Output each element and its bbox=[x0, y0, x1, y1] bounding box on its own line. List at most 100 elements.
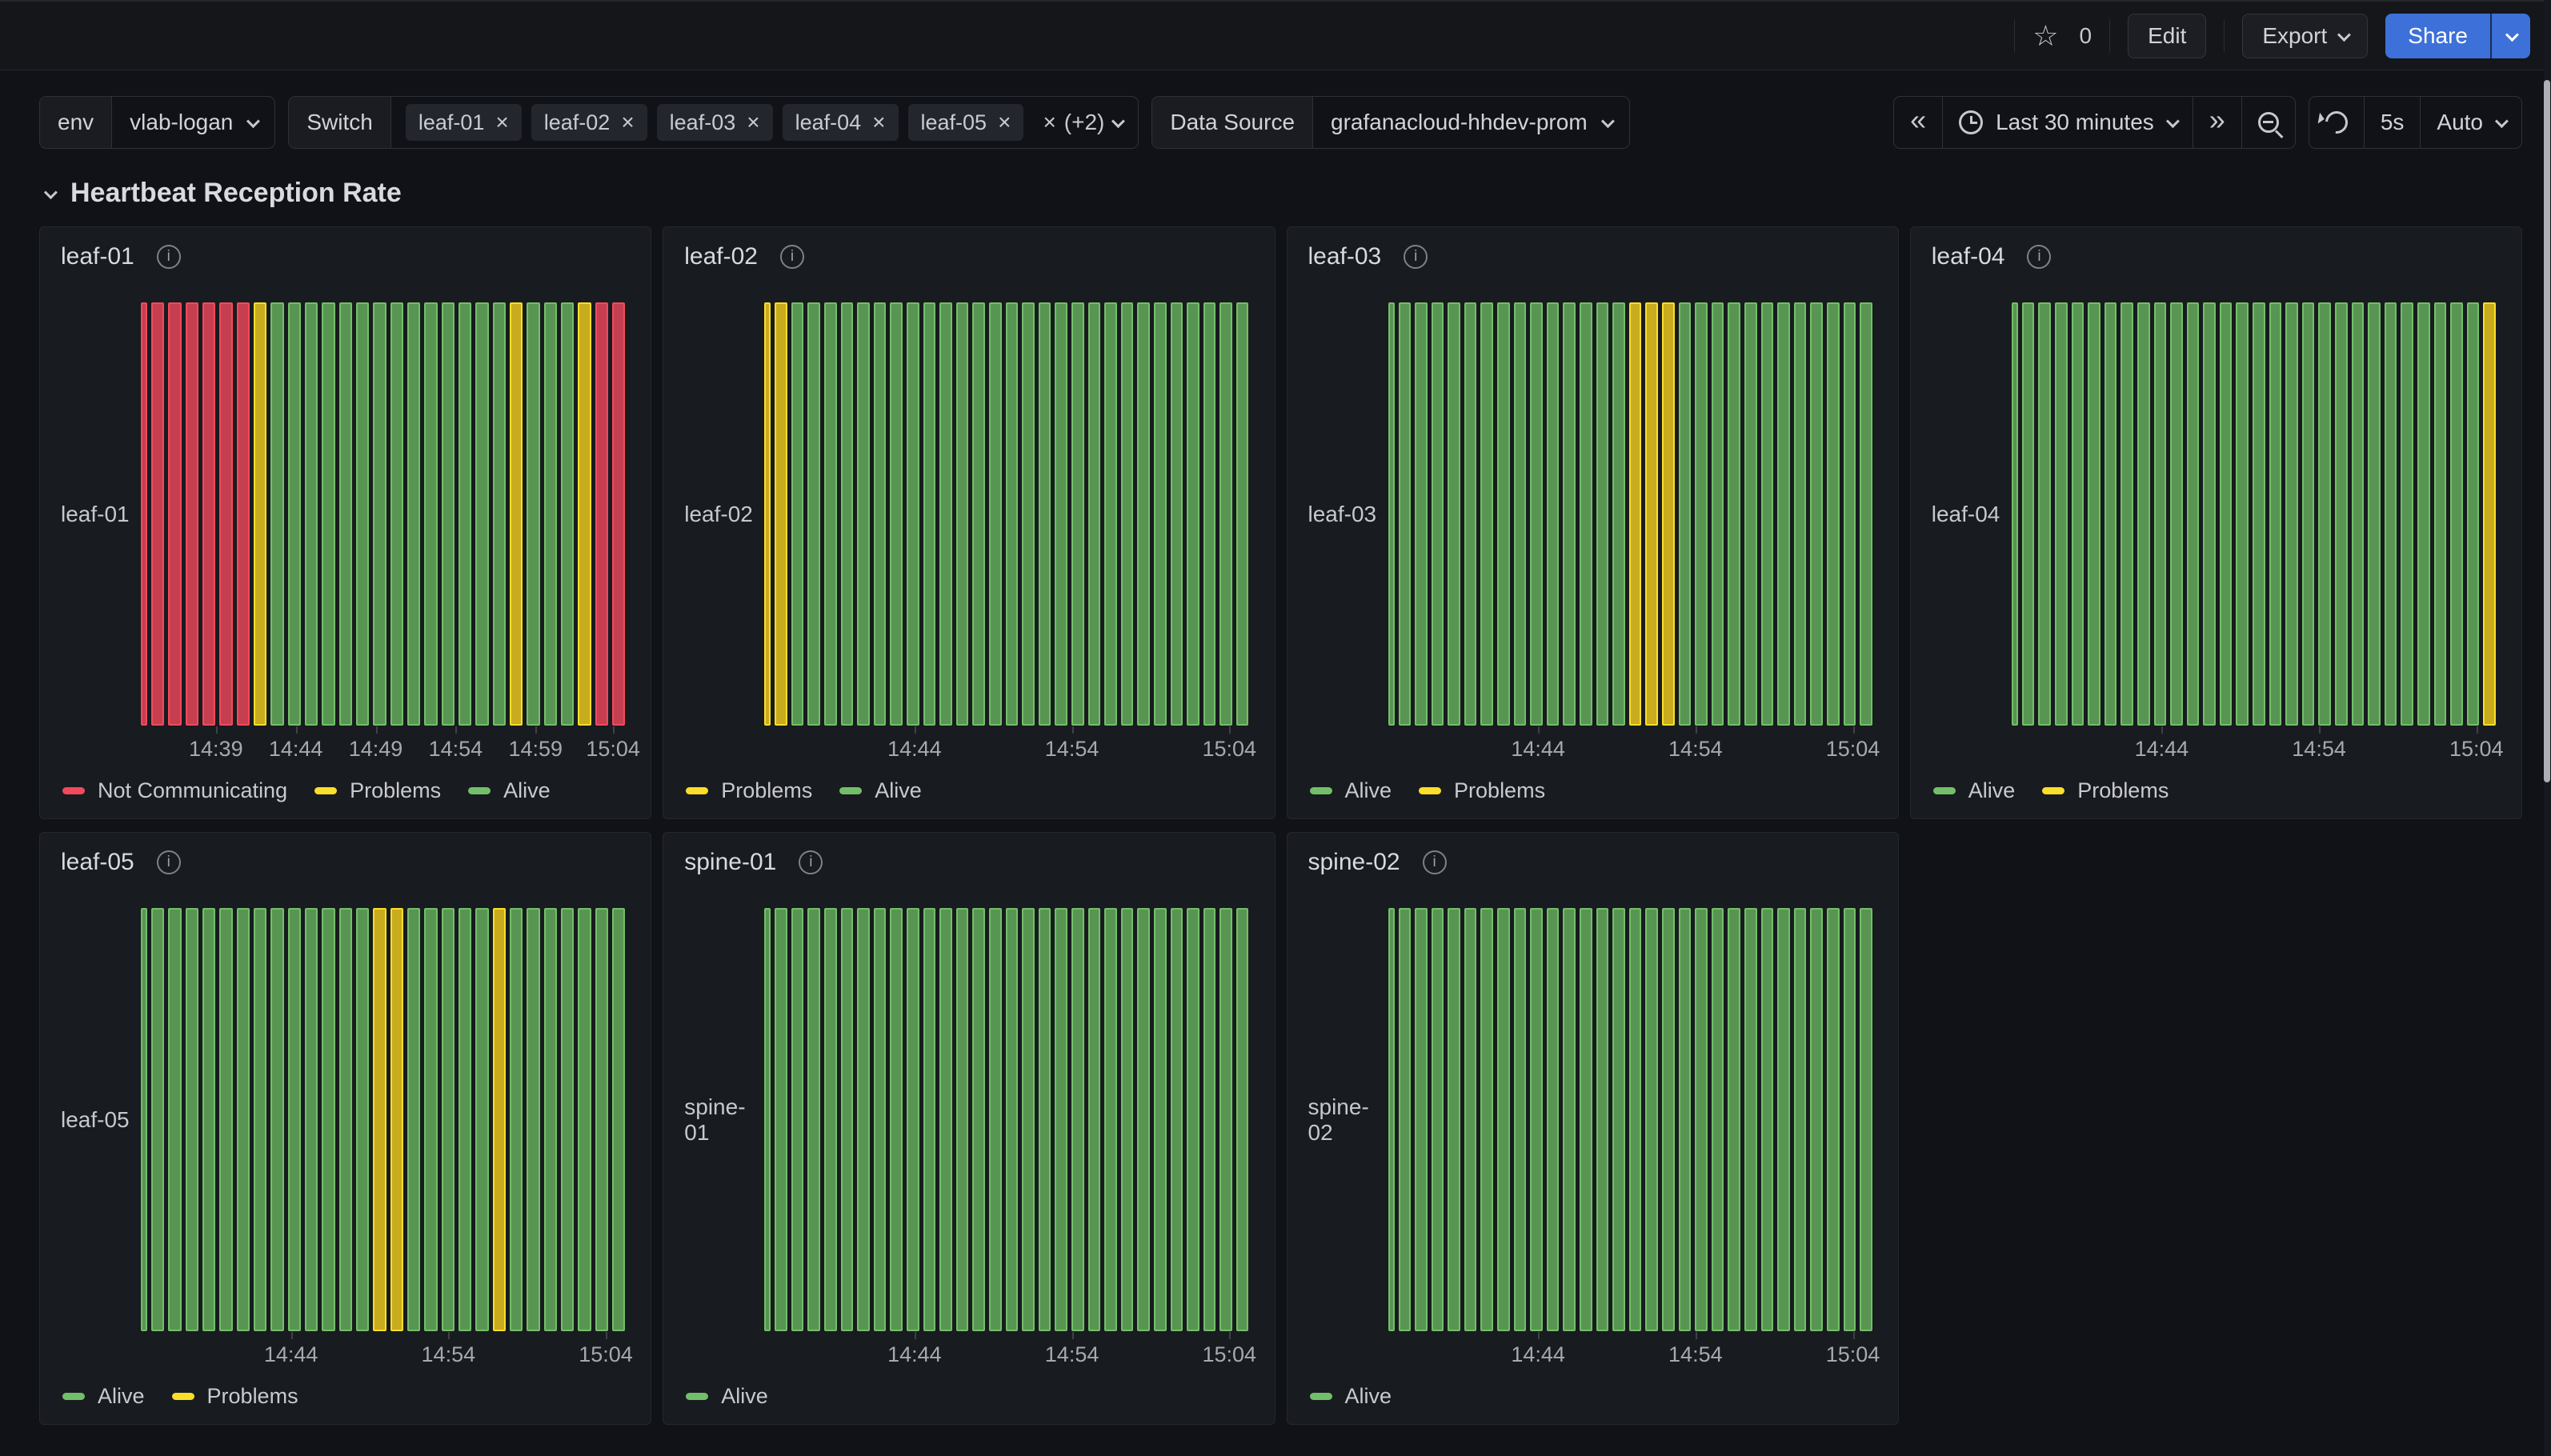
status-bar-alive[interactable] bbox=[1777, 908, 1790, 1331]
scrollbar[interactable] bbox=[2544, 0, 2551, 1456]
status-bar-alive[interactable] bbox=[305, 908, 318, 1331]
status-bar-alive[interactable] bbox=[1794, 302, 1807, 726]
status-bar-alive[interactable] bbox=[1022, 302, 1035, 726]
status-bar-alive[interactable] bbox=[2318, 302, 2331, 726]
status-bar-alive[interactable] bbox=[1761, 302, 1774, 726]
info-icon[interactable] bbox=[2027, 245, 2051, 269]
status-bar-alive[interactable] bbox=[2236, 302, 2249, 726]
status-bar-alive[interactable] bbox=[288, 908, 301, 1331]
status-bar-alive[interactable] bbox=[1761, 908, 1774, 1331]
status-bar-alive[interactable] bbox=[1154, 908, 1167, 1331]
panel-title[interactable]: leaf-02 bbox=[684, 243, 758, 270]
close-icon[interactable] bbox=[872, 110, 885, 135]
status-bar-problems[interactable] bbox=[764, 302, 771, 726]
status-bar-alive[interactable] bbox=[270, 908, 283, 1331]
status-bar-alive[interactable] bbox=[907, 302, 919, 726]
status-bar-not-communicating[interactable] bbox=[151, 302, 164, 726]
status-bar-alive[interactable] bbox=[1662, 908, 1675, 1331]
status-bar-alive[interactable] bbox=[270, 302, 283, 726]
status-bar-not-communicating[interactable] bbox=[141, 302, 147, 726]
status-bar-alive[interactable] bbox=[1860, 908, 1872, 1331]
status-bar-problems[interactable] bbox=[775, 302, 787, 726]
edit-button[interactable]: Edit bbox=[2128, 14, 2206, 58]
status-bar-alive[interactable] bbox=[424, 302, 437, 726]
status-bar-alive[interactable] bbox=[141, 908, 147, 1331]
status-bar-alive[interactable] bbox=[2285, 302, 2298, 726]
status-bar-problems[interactable] bbox=[373, 908, 386, 1331]
status-bar-alive[interactable] bbox=[1388, 302, 1395, 726]
legend-item[interactable]: Alive bbox=[839, 778, 922, 803]
status-bar-alive[interactable] bbox=[2154, 302, 2167, 726]
info-icon[interactable] bbox=[780, 245, 804, 269]
close-icon[interactable] bbox=[1043, 110, 1055, 135]
status-bar-alive[interactable] bbox=[339, 302, 352, 726]
status-bar-alive[interactable] bbox=[2467, 302, 2480, 726]
status-bar-alive[interactable] bbox=[1399, 908, 1412, 1331]
status-bar-alive[interactable] bbox=[1612, 908, 1625, 1331]
status-bar-alive[interactable] bbox=[1530, 908, 1543, 1331]
status-bar-alive[interactable] bbox=[874, 302, 887, 726]
status-bar-not-communicating[interactable] bbox=[595, 302, 608, 726]
status-bar-alive[interactable] bbox=[1203, 302, 1216, 726]
status-bar-problems[interactable] bbox=[2483, 302, 2496, 726]
status-bar-alive[interactable] bbox=[775, 908, 787, 1331]
row-header[interactable]: Heartbeat Reception Rate bbox=[45, 178, 2522, 209]
status-bar-alive[interactable] bbox=[1514, 908, 1527, 1331]
status-bar-alive[interactable] bbox=[1464, 302, 1477, 726]
status-bar-alive[interactable] bbox=[1448, 302, 1460, 726]
status-bar-alive[interactable] bbox=[2417, 302, 2430, 726]
status-bar-alive[interactable] bbox=[544, 302, 557, 726]
switch-tag[interactable]: leaf-02 bbox=[531, 104, 647, 141]
panel-header[interactable]: spine-01 bbox=[679, 842, 1258, 882]
status-bar-problems[interactable] bbox=[510, 302, 523, 726]
status-bar-problems[interactable] bbox=[493, 908, 506, 1331]
legend-item[interactable]: Problems bbox=[2042, 778, 2169, 803]
status-bar-alive[interactable] bbox=[1563, 302, 1576, 726]
panel-header[interactable]: spine-02 bbox=[1304, 842, 1882, 882]
panel-header[interactable]: leaf-01 bbox=[56, 237, 635, 277]
status-bar-alive[interactable] bbox=[1121, 908, 1134, 1331]
status-bar-alive[interactable] bbox=[202, 908, 215, 1331]
status-bar-alive[interactable] bbox=[857, 302, 870, 726]
status-bar-alive[interactable] bbox=[1744, 302, 1757, 726]
status-bar-alive[interactable] bbox=[1006, 302, 1019, 726]
status-bar-alive[interactable] bbox=[1530, 302, 1543, 726]
status-bar-alive[interactable] bbox=[1432, 302, 1444, 726]
status-bar-alive[interactable] bbox=[1810, 302, 1823, 726]
status-bar-alive[interactable] bbox=[1712, 302, 1724, 726]
close-icon[interactable] bbox=[495, 110, 508, 135]
status-bar-alive[interactable] bbox=[2170, 302, 2183, 726]
status-bar-alive[interactable] bbox=[1104, 908, 1117, 1331]
close-icon[interactable] bbox=[747, 110, 759, 135]
status-bar-alive[interactable] bbox=[956, 908, 969, 1331]
info-icon[interactable] bbox=[157, 850, 181, 874]
close-icon[interactable] bbox=[621, 110, 634, 135]
status-bar-alive[interactable] bbox=[1728, 302, 1740, 726]
status-bar-alive[interactable] bbox=[373, 302, 386, 726]
status-bar-alive[interactable] bbox=[407, 908, 420, 1331]
status-bar-alive[interactable] bbox=[989, 908, 1002, 1331]
status-bar-alive[interactable] bbox=[475, 302, 488, 726]
status-bar-alive[interactable] bbox=[1464, 908, 1477, 1331]
status-bar-problems[interactable] bbox=[254, 302, 266, 726]
status-bar-alive[interactable] bbox=[764, 908, 771, 1331]
status-bar-alive[interactable] bbox=[2368, 302, 2381, 726]
time-zoom-out-button[interactable] bbox=[2241, 97, 2295, 148]
status-bar-alive[interactable] bbox=[1629, 908, 1642, 1331]
status-bar-alive[interactable] bbox=[2269, 302, 2282, 726]
status-bar-alive[interactable] bbox=[1415, 908, 1428, 1331]
info-icon[interactable] bbox=[1404, 245, 1428, 269]
status-bar-alive[interactable] bbox=[923, 302, 936, 726]
status-bar-alive[interactable] bbox=[890, 302, 903, 726]
status-bar-alive[interactable] bbox=[1480, 908, 1493, 1331]
legend-item[interactable]: Problems bbox=[686, 778, 812, 803]
legend-item[interactable]: Alive bbox=[1310, 778, 1392, 803]
status-bar-alive[interactable] bbox=[1415, 302, 1428, 726]
legend-item[interactable]: Alive bbox=[1933, 778, 2016, 803]
status-bar-alive[interactable] bbox=[1187, 908, 1199, 1331]
status-bar-alive[interactable] bbox=[2253, 302, 2265, 726]
status-bar-alive[interactable] bbox=[1744, 908, 1757, 1331]
status-bar-alive[interactable] bbox=[1006, 908, 1019, 1331]
status-bar-alive[interactable] bbox=[1860, 302, 1872, 726]
status-bar-alive[interactable] bbox=[2335, 302, 2348, 726]
